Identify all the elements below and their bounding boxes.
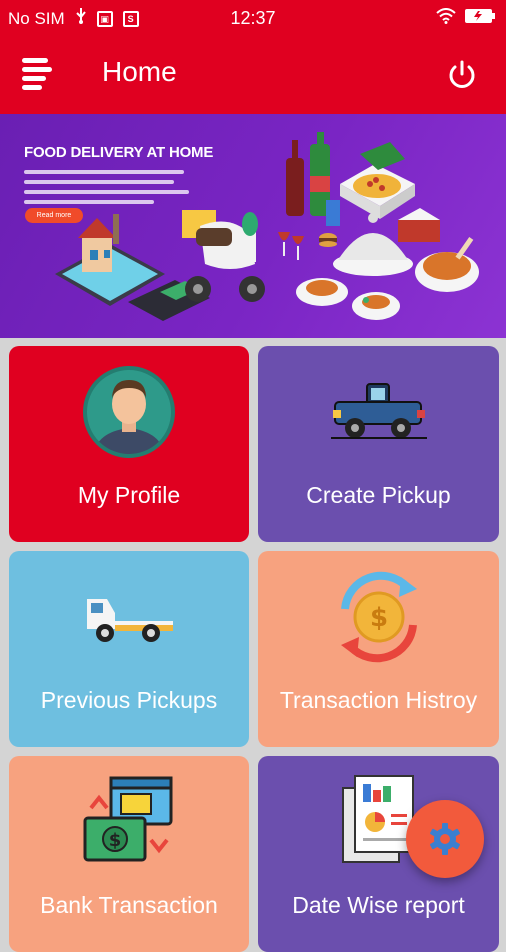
my-profile-tile[interactable]: My Profile [9, 346, 249, 542]
delivery-truck-icon [83, 585, 175, 647]
report-document-icon [339, 772, 419, 872]
food-delivery-illustration [55, 132, 479, 321]
tile-label: Date Wise report [292, 892, 465, 918]
page-title: Home [102, 56, 177, 87]
menu-icon[interactable] [22, 56, 56, 92]
tile-label: Previous Pickups [40, 687, 218, 713]
settings-fab[interactable] [406, 800, 484, 878]
pickup-truck-icon [330, 380, 427, 442]
settings-gear-icon [430, 823, 460, 855]
bank-transfer-icon: $ [81, 774, 177, 870]
bank-transaction-tile[interactable]: $ Bank Transaction [9, 756, 249, 952]
transaction-history-tile[interactable]: $ Transaction Histroy [258, 551, 499, 747]
svg-text:$: $ [369, 603, 387, 633]
create-pickup-tile[interactable]: Create Pickup [258, 346, 499, 542]
tile-label: Create Pickup [306, 482, 451, 508]
wifi-icon [436, 8, 456, 29]
power-icon[interactable] [446, 58, 478, 90]
tile-label: My Profile [77, 482, 181, 508]
svg-text:$: $ [109, 830, 122, 851]
tile-label: Bank Transaction [40, 892, 218, 918]
app-bar: Home [0, 34, 506, 114]
tile-label: Transaction Histroy [279, 687, 478, 713]
battery-icon [464, 8, 496, 29]
previous-pickups-tile[interactable]: Previous Pickups [9, 551, 249, 747]
clock: 12:37 [230, 8, 276, 28]
status-bar: No SIM ▣ S 12:37 [0, 0, 506, 34]
user-avatar-icon [83, 366, 175, 458]
promo-banner[interactable]: FOOD DELIVERY AT HOME Read more [0, 114, 506, 338]
dollar-exchange-icon: $ [331, 569, 427, 665]
